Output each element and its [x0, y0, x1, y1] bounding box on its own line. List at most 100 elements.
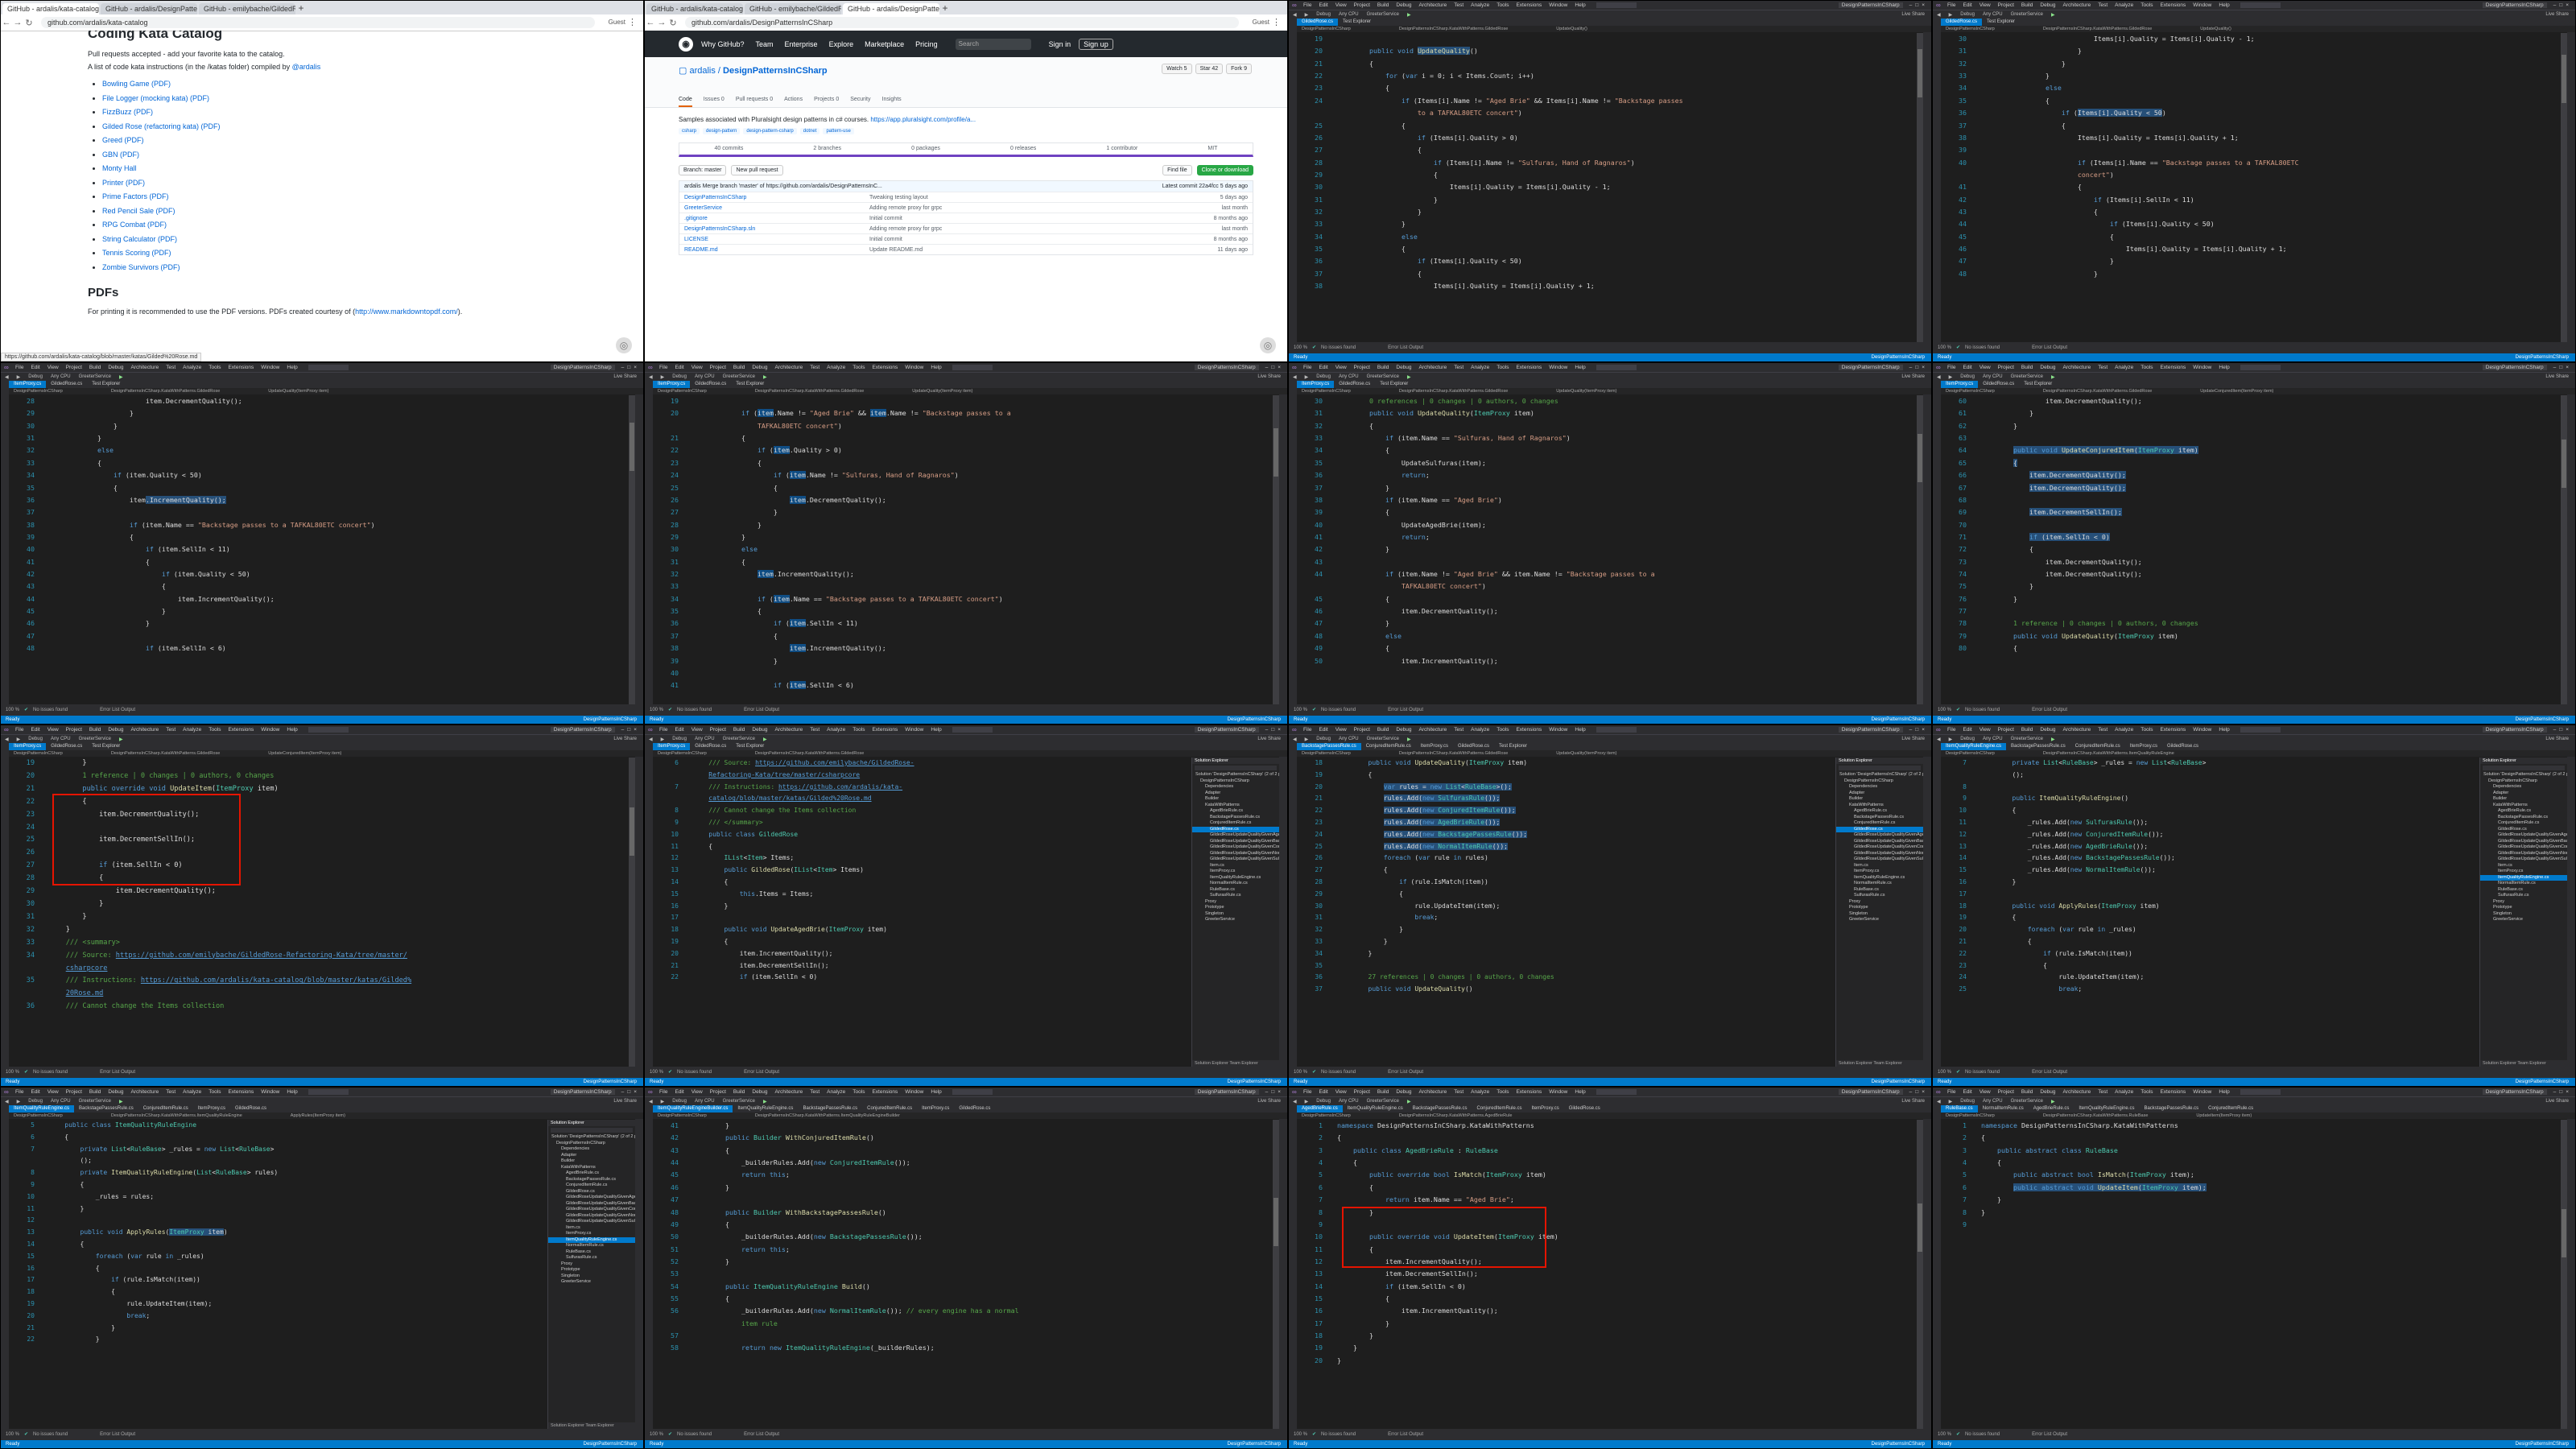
toolbar-dropdown[interactable]: GreeterService — [79, 737, 111, 741]
code-line[interactable]: 40 — [654, 667, 1273, 679]
search-input[interactable] — [551, 1128, 633, 1133]
document-tab[interactable]: GildedRose.cs — [690, 381, 731, 388]
vs-menu-item[interactable]: Debug — [2040, 727, 2055, 733]
nav-dropdown[interactable]: UpdateQuality(ItemProxy item) — [268, 388, 328, 394]
code-editor[interactable]: 19 } 20 1 reference | 0 changes | 0 auth… — [10, 758, 629, 1067]
solution-tree-item[interactable]: NormalItemRule.cs — [1836, 881, 1923, 887]
code-line[interactable]: 33 } — [1942, 70, 2561, 82]
code-line[interactable]: 13 _rules.Add(new AgedBrieRule()); — [1942, 841, 2479, 853]
bottom-tabs[interactable]: Error List Output — [744, 1432, 779, 1437]
code-line[interactable]: 22 for (var i = 0; i < Items.Count; i++) — [1298, 70, 1917, 82]
right-tool-strip[interactable] — [2567, 743, 2575, 1070]
code-line[interactable]: 39 { — [10, 531, 629, 543]
toolbar-dropdown[interactable]: Any CPU — [1983, 374, 2003, 379]
vs-menu-item[interactable]: File — [1947, 2, 1955, 8]
left-tool-strip[interactable] — [1933, 1105, 1941, 1432]
vs-menu-item[interactable]: Analyze — [2115, 2, 2133, 8]
document-tab[interactable]: ItemQualityRuleEngine.cs — [733, 1105, 798, 1113]
status-project[interactable]: DesignPatternsInCSharp — [584, 1440, 637, 1448]
code-line[interactable]: 23 rules.Add(new AgedBrieRule()); — [1298, 817, 1835, 829]
code-line[interactable]: 42 if (Items[i].SellIn < 11) — [1942, 194, 2561, 206]
vertical-scrollbar[interactable] — [2561, 395, 2567, 704]
toolbar-dropdown[interactable]: Any CPU — [51, 737, 71, 741]
code-line[interactable]: concert") — [1942, 169, 2561, 181]
document-tab[interactable]: ItemProxy.cs — [9, 743, 47, 750]
solution-tree-item[interactable]: GildedRoseUpdateQualityGivenConjuredItem… — [1836, 844, 1923, 851]
toolbar-dropdown[interactable]: Any CPU — [1983, 12, 2003, 17]
vs-menu-item[interactable]: Help — [931, 365, 941, 370]
solution-tree-item[interactable]: GreeterService — [1192, 917, 1279, 923]
code-line[interactable]: 21 { — [1298, 58, 1917, 70]
kata-link[interactable]: Red Pencil Sale (PDF) — [102, 207, 175, 215]
code-line[interactable]: 40 UpdateAgedBrie(item); — [1298, 519, 1917, 531]
vs-menu-item[interactable]: Architecture — [775, 1089, 803, 1095]
code-line[interactable]: 29 { — [1298, 169, 1917, 181]
vs-menu-item[interactable]: Test — [166, 1089, 175, 1095]
vs-menu-item[interactable]: File — [659, 1089, 667, 1095]
code-line[interactable]: 66 item.DecrementQuality(); — [1942, 469, 2561, 481]
code-line[interactable]: 15 foreach (var rule in _rules) — [10, 1251, 547, 1263]
code-line[interactable]: 13 public GildedRose(IList<Item> Items) — [654, 865, 1191, 877]
sign-up-button[interactable]: Sign up — [1079, 38, 1113, 50]
window-controls-icon[interactable]: –□× — [1265, 727, 1284, 733]
gh-menu-item[interactable]: Enterprise — [785, 40, 818, 48]
code-line[interactable]: catalog/blob/master/katas/Gilded%20Rose.… — [654, 793, 1191, 805]
vs-menu-item[interactable]: Build — [89, 727, 101, 733]
right-tool-strip[interactable] — [635, 381, 643, 708]
nav-dropdown[interactable]: DesignPatternsInCSharp — [1946, 1113, 1995, 1119]
live-share-button[interactable]: Live Share — [1257, 374, 1281, 379]
code-line[interactable]: 20 break; — [10, 1311, 547, 1323]
code-line[interactable]: 69 item.DecrementSellIn(); — [1942, 506, 2561, 518]
vs-menu-item[interactable]: Help — [931, 727, 941, 733]
code-line[interactable]: 47 } — [1942, 255, 2561, 267]
document-tab[interactable]: ItemProxy.cs — [1526, 1105, 1563, 1113]
document-tab[interactable]: NormalItemRule.cs — [1978, 1105, 2029, 1113]
vs-menu-item[interactable]: Tools — [208, 727, 221, 733]
status-project[interactable]: DesignPatternsInCSharp — [2516, 1078, 2569, 1086]
code-line[interactable]: 28 if (Items[i].Name != "Sulfuras, Hand … — [1298, 157, 1917, 169]
document-tab[interactable]: Test Explorer — [1375, 381, 1413, 388]
code-line[interactable]: 30 0 references | 0 changes | 0 authors,… — [1298, 395, 1917, 407]
start-icon[interactable]: ▶ — [119, 1099, 123, 1104]
document-tab[interactable]: Test Explorer — [1338, 19, 1376, 26]
solution-tree-item[interactable]: GildedRose.cs — [548, 1189, 635, 1195]
toolbar-dropdown[interactable]: GreeterService — [79, 1099, 111, 1104]
guest-profile[interactable]: Guest — [1253, 19, 1269, 26]
forward-icon[interactable]: ▶ — [661, 374, 665, 380]
solution-tree-item[interactable]: BackstagePassesRule.cs — [2480, 815, 2567, 821]
back-icon[interactable]: ◀ — [1293, 737, 1297, 742]
code-line[interactable]: 48 } — [1942, 268, 2561, 280]
solution-tree-item[interactable]: ItemQualityRuleEngine.cs — [2480, 874, 2567, 881]
zoom-level[interactable]: 100 % — [6, 708, 19, 712]
nav-dropdown[interactable]: UpdateQuality(ItemProxy item) — [1556, 388, 1616, 394]
vs-menu-item[interactable]: Build — [2021, 1089, 2033, 1095]
toolbar-dropdown[interactable]: Debug — [1960, 737, 1975, 741]
solution-tree-item[interactable]: AgedBrieRule.cs — [1192, 808, 1279, 815]
solution-tree-item[interactable]: GildedRoseUpdateQualityGivenNormalItem.c… — [548, 1213, 635, 1220]
code-line[interactable]: 20 var rules = new List<RuleBase>(); — [1298, 782, 1835, 794]
code-line[interactable]: 35 /// Instructions: https://github.com/… — [10, 975, 629, 988]
vs-menu-item[interactable]: Tools — [2140, 1089, 2153, 1095]
code-line[interactable]: 24 if (item.Name != "Sulfuras, Hand of R… — [654, 469, 1273, 481]
right-tool-strip[interactable] — [2567, 1105, 2575, 1432]
solution-tree-item[interactable]: SulfurasRule.cs — [1192, 893, 1279, 899]
vs-menu-item[interactable]: Test — [1454, 727, 1463, 733]
solution-tree-item[interactable]: Dependencies — [2480, 784, 2567, 791]
back-icon[interactable]: ← — [1, 18, 12, 27]
code-line[interactable]: 41 } — [654, 1120, 1273, 1132]
vertical-scrollbar[interactable] — [2561, 33, 2567, 342]
code-line[interactable]: 58 return new ItemQualityRuleEngine(_bui… — [654, 1342, 1273, 1354]
kata-link[interactable]: File Logger (mocking kata) (PDF) — [102, 94, 209, 102]
code-editor[interactable]: 6 /// Source: https://github.com/emilyba… — [654, 758, 1191, 1067]
live-share-button[interactable]: Live Share — [2545, 1099, 2569, 1104]
vs-menu-item[interactable]: Analyze — [1471, 365, 1489, 370]
tab-projects[interactable]: Projects 0 — [814, 97, 839, 107]
file-name[interactable]: README.md — [684, 247, 869, 253]
vs-menu-item[interactable]: Project — [1998, 727, 2014, 733]
license[interactable]: MIT — [1208, 143, 1217, 155]
code-line[interactable]: TAFKAL80ETC concert") — [654, 420, 1273, 432]
document-tab[interactable]: ItemProxy.cs — [653, 381, 691, 388]
live-share-button[interactable]: Live Share — [613, 374, 637, 379]
start-icon[interactable]: ▶ — [1407, 374, 1411, 380]
topic-tag[interactable]: pattern-use — [823, 128, 854, 134]
